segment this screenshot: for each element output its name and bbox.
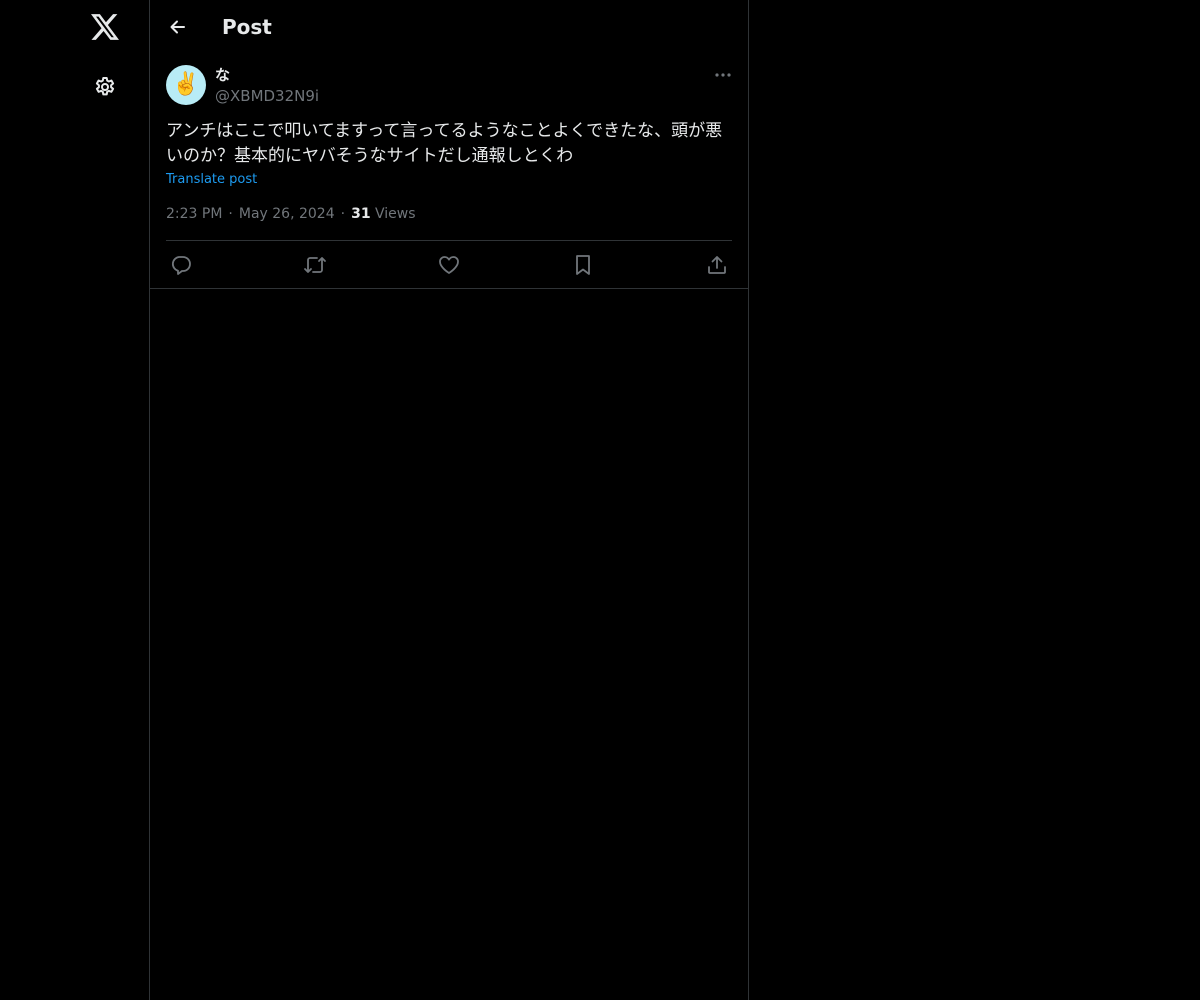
x-logo-icon: [91, 14, 119, 40]
app-layout: Post ✌️ な @XBMD32N9i アンチはここで叩いてますって言ってるよ…: [0, 0, 1200, 1000]
author-display-name[interactable]: な: [215, 66, 230, 84]
gear-icon: [95, 77, 115, 96]
heart-icon: [439, 256, 459, 274]
author-handle[interactable]: @XBMD32N9i: [215, 86, 319, 106]
views-count: 31: [351, 206, 371, 222]
repost-icon: [304, 257, 326, 273]
post-text: アンチはここで叩いてますって言ってるようなことよくできたな、頭が悪いのか？基本的…: [166, 121, 723, 166]
page-title: Post: [222, 15, 272, 39]
post-actions-bar: [150, 241, 748, 288]
bookmark-icon: [576, 255, 590, 275]
share-button[interactable]: [700, 248, 734, 282]
avatar[interactable]: ✌️: [166, 65, 206, 105]
sidebar-nav: [0, 0, 150, 1000]
more-horizontal-icon: [715, 73, 731, 77]
arrow-left-icon: [170, 20, 185, 34]
repost-button[interactable]: [298, 248, 332, 282]
meta-separator: ·: [228, 206, 233, 222]
victory-hand-icon: ✌️: [172, 72, 200, 97]
bookmark-button[interactable]: [566, 248, 600, 282]
back-button[interactable]: [160, 9, 196, 45]
more-options-button[interactable]: [706, 60, 740, 90]
primary-column: Post ✌️ な @XBMD32N9i アンチはここで叩いてますって言ってるよ…: [149, 0, 749, 1000]
views-label: Views: [375, 206, 416, 222]
x-logo-link[interactable]: [81, 3, 129, 51]
share-icon: [708, 256, 726, 274]
reply-button[interactable]: [164, 248, 198, 282]
reply-icon: [171, 256, 191, 275]
post-metadata: 2:23 PM · May 26, 2024 · 31 Views: [166, 204, 416, 224]
translate-post-link[interactable]: Translate post: [166, 171, 257, 189]
like-button[interactable]: [432, 248, 466, 282]
post-time[interactable]: 2:23 PM: [166, 206, 222, 222]
settings-button[interactable]: [81, 63, 129, 111]
post-date[interactable]: May 26, 2024: [239, 206, 335, 222]
post-detail: ✌️ な @XBMD32N9i アンチはここで叩いてますって言ってるようなことよ…: [150, 54, 748, 289]
page-header: Post: [150, 0, 748, 54]
meta-separator: ·: [340, 206, 346, 222]
